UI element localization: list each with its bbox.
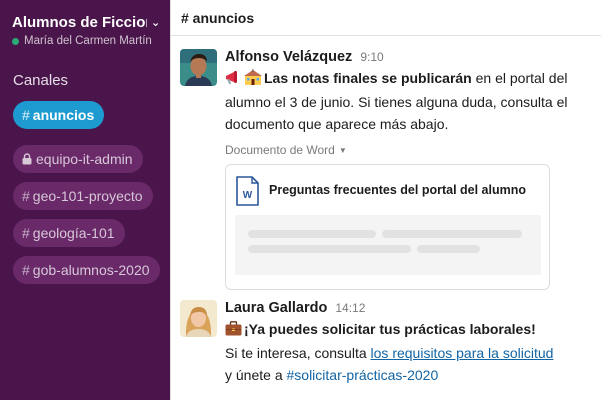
sidebar-item-geo-101-proyecto[interactable]: # geo-101-proyecto [13, 182, 153, 210]
channel-mention-link[interactable]: #solicitar-prácticas-2020 [287, 367, 439, 383]
avatar[interactable] [180, 49, 217, 86]
chevron-down-icon[interactable]: ⌄ [151, 16, 160, 29]
message-text-prefix: Si te interesa, consulta [225, 345, 371, 361]
message-body: Alfonso Velázquez 9:10 Las notas finales… [225, 49, 595, 290]
message-header: Alfonso Velázquez 9:10 [225, 49, 595, 65]
message-line: ¡Ya puedes solicitar tus prácticas labor… [225, 318, 595, 342]
preview-line [248, 245, 411, 253]
sidebar-item-label: geo-101-proyecto [32, 188, 143, 204]
message-body: Laura Gallardo 14:12 ¡Ya puedes solicita… [225, 300, 595, 386]
preview-line [417, 245, 480, 253]
attachment-type-label[interactable]: Documento de Word ▼ [225, 143, 595, 157]
presence-dot [12, 37, 19, 45]
avatar[interactable] [180, 300, 217, 337]
file-icon-letter: W [243, 190, 253, 201]
hash-icon: # [22, 262, 30, 278]
message-line: Si te interesa, consulta los requisitos … [225, 342, 595, 364]
sidebar-item-label: anuncios [32, 107, 95, 123]
message-line: y únete a #solicitar-prácticas-2020 [225, 364, 595, 386]
sidebar-item-label: equipo-it-admin [36, 151, 133, 167]
hash-icon: # [22, 107, 30, 123]
attachment-type-text: Documento de Word [225, 143, 335, 157]
message-header: Laura Gallardo 14:12 [225, 300, 595, 316]
file-attachment-card[interactable]: W Preguntas frecuentes del portal del al… [225, 164, 550, 290]
lock-icon [22, 153, 32, 165]
message-bold-text: ¡Ya puedes solicitar tus prácticas labor… [244, 321, 536, 337]
sidebar-item-label: gob-alumnos-2020 [32, 262, 150, 278]
user-name: María del Carmen Martín [24, 35, 152, 47]
requirements-link[interactable]: los requisitos para la solicitud [371, 345, 554, 361]
caret-down-icon[interactable]: ▼ [339, 146, 347, 155]
megaphone-icon [225, 69, 242, 91]
sidebar: Alumnos de Ficcion... ⌄ María del Carmen… [0, 0, 170, 400]
workspace-name-row[interactable]: Alumnos de Ficcion... ⌄ [12, 14, 162, 31]
school-icon [244, 69, 262, 91]
file-title[interactable]: Preguntas frecuentes del portal del alum… [269, 183, 526, 197]
timestamp[interactable]: 9:10 [360, 50, 383, 64]
sidebar-item-equipo-it-admin[interactable]: equipo-it-admin [13, 145, 143, 173]
sidebar-item-label: geología-101 [32, 225, 115, 241]
channels-section-title[interactable]: Canales [13, 72, 68, 89]
preview-line [248, 230, 376, 238]
author-name[interactable]: Alfonso Velázquez [225, 49, 352, 65]
sidebar-divider [170, 0, 171, 400]
sidebar-item-geologia-101[interactable]: # geología-101 [13, 219, 125, 247]
author-name[interactable]: Laura Gallardo [225, 300, 327, 316]
preview-line [382, 230, 522, 238]
workspace-header[interactable]: Alumnos de Ficcion... ⌄ María del Carmen… [12, 14, 162, 47]
workspace-name[interactable]: Alumnos de Ficcion... [12, 14, 147, 31]
file-preview[interactable] [235, 215, 541, 275]
sidebar-item-gob-alumnos-2020[interactable]: # gob-alumnos-2020 [13, 256, 160, 284]
timestamp[interactable]: 14:12 [335, 301, 365, 315]
hash-icon: # [22, 188, 30, 204]
word-document-icon: W [236, 176, 259, 206]
sidebar-item-anuncios[interactable]: # anuncios [13, 101, 105, 129]
message-text: ¡Ya puedes solicitar tus prácticas labor… [225, 318, 595, 386]
briefcase-icon [225, 320, 242, 342]
current-user: María del Carmen Martín [12, 35, 162, 47]
hash-icon: # [22, 225, 30, 241]
message-text-prefix: y únete a [225, 367, 287, 383]
message-text: Las notas finales se publicarán en el po… [225, 67, 595, 135]
channel-header-title[interactable]: # anuncios [171, 0, 601, 36]
message-bold-text: Las notas finales se publicarán [264, 70, 472, 86]
